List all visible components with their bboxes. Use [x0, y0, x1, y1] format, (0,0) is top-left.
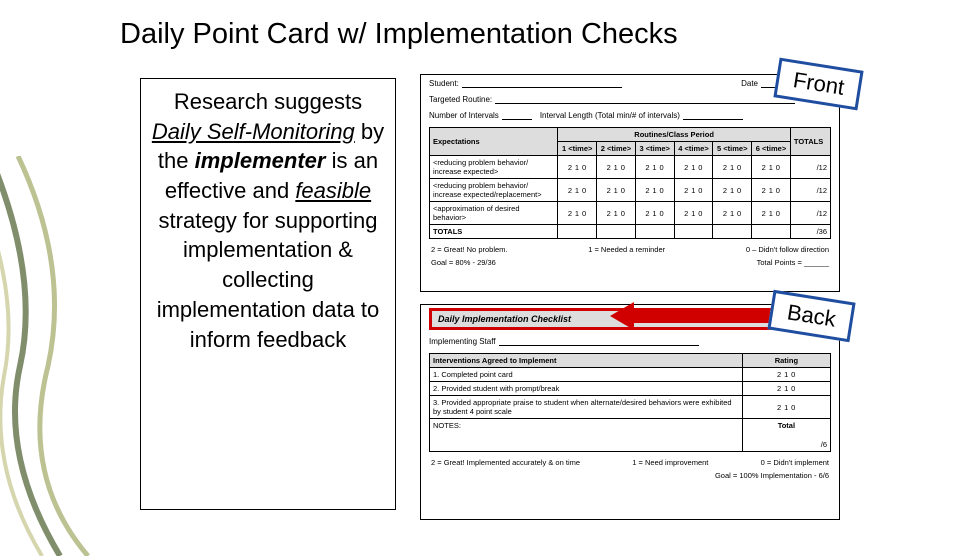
table-row: 3. Provided appropriate praise to studen… — [430, 396, 831, 419]
back-legend: 2 = Great! Implemented accurately & on t… — [421, 456, 839, 469]
point-card-back: Daily Implementation Checklist Implement… — [420, 304, 840, 520]
front-score-table: Expectations Routines/Class Period TOTAL… — [429, 127, 831, 239]
col-interventions: Interventions Agreed to Implement — [430, 354, 743, 368]
table-row: <reducing problem behavior/ increase exp… — [430, 156, 831, 179]
table-row: <approximation of desired behavior> 2 1 … — [430, 202, 831, 225]
back-goal-row: Goal = 100% Implementation - 6/6 — [421, 469, 839, 482]
front-goal-row: Goal = 80% - 29/36 Total Points = ______ — [421, 256, 839, 269]
col-time-1: 1 <time> — [558, 142, 597, 156]
label-student: Student: — [429, 79, 459, 88]
col-routines: Routines/Class Period — [558, 128, 791, 142]
back-interventions-table: Interventions Agreed to Implement Rating… — [429, 353, 831, 452]
col-expectations: Expectations — [430, 128, 558, 156]
col-rating: Rating — [742, 354, 830, 368]
text-feasible: feasible — [295, 178, 371, 203]
front-legend: 2 = Great! No problem. 1 = Needed a remi… — [421, 243, 839, 256]
point-card-front: Student: Date Targeted Routine: Number o… — [420, 74, 840, 292]
col-time-2: 2 <time> — [597, 142, 636, 156]
text-segment: strategy for supporting implementation &… — [157, 208, 380, 352]
label-targeted-routine: Targeted Routine: — [429, 95, 492, 104]
research-textbox: Research suggests Daily Self-Monitoring … — [140, 78, 396, 510]
col-time-6: 6 <time> — [752, 142, 791, 156]
decorative-swoosh — [0, 156, 120, 556]
text-daily-self-monitoring: Daily Self-Monitoring — [152, 119, 355, 144]
label-implementing-staff: Implementing Staff — [429, 337, 496, 346]
col-time-5: 5 <time> — [713, 142, 752, 156]
label-interval-length: Interval Length (Total min/# of interval… — [540, 111, 680, 120]
text-implementer: implementer — [195, 148, 326, 173]
table-row: 2. Provided student with prompt/break 2 … — [430, 382, 831, 396]
table-row: 1. Completed point card 2 1 0 — [430, 368, 831, 382]
slide-title: Daily Point Card w/ Implementation Check… — [120, 18, 678, 51]
col-time-4: 4 <time> — [674, 142, 713, 156]
col-time-3: 3 <time> — [635, 142, 674, 156]
text-segment: Research suggests — [174, 89, 362, 114]
table-row-totals: TOTALS /36 — [430, 225, 831, 239]
label-date: Date — [741, 79, 758, 88]
table-row: <reducing problem behavior/ increase exp… — [430, 179, 831, 202]
label-num-intervals: Number of Intervals — [429, 111, 499, 120]
table-row-notes: NOTES: Total /6 — [430, 419, 831, 452]
col-totals: TOTALS — [790, 128, 830, 156]
